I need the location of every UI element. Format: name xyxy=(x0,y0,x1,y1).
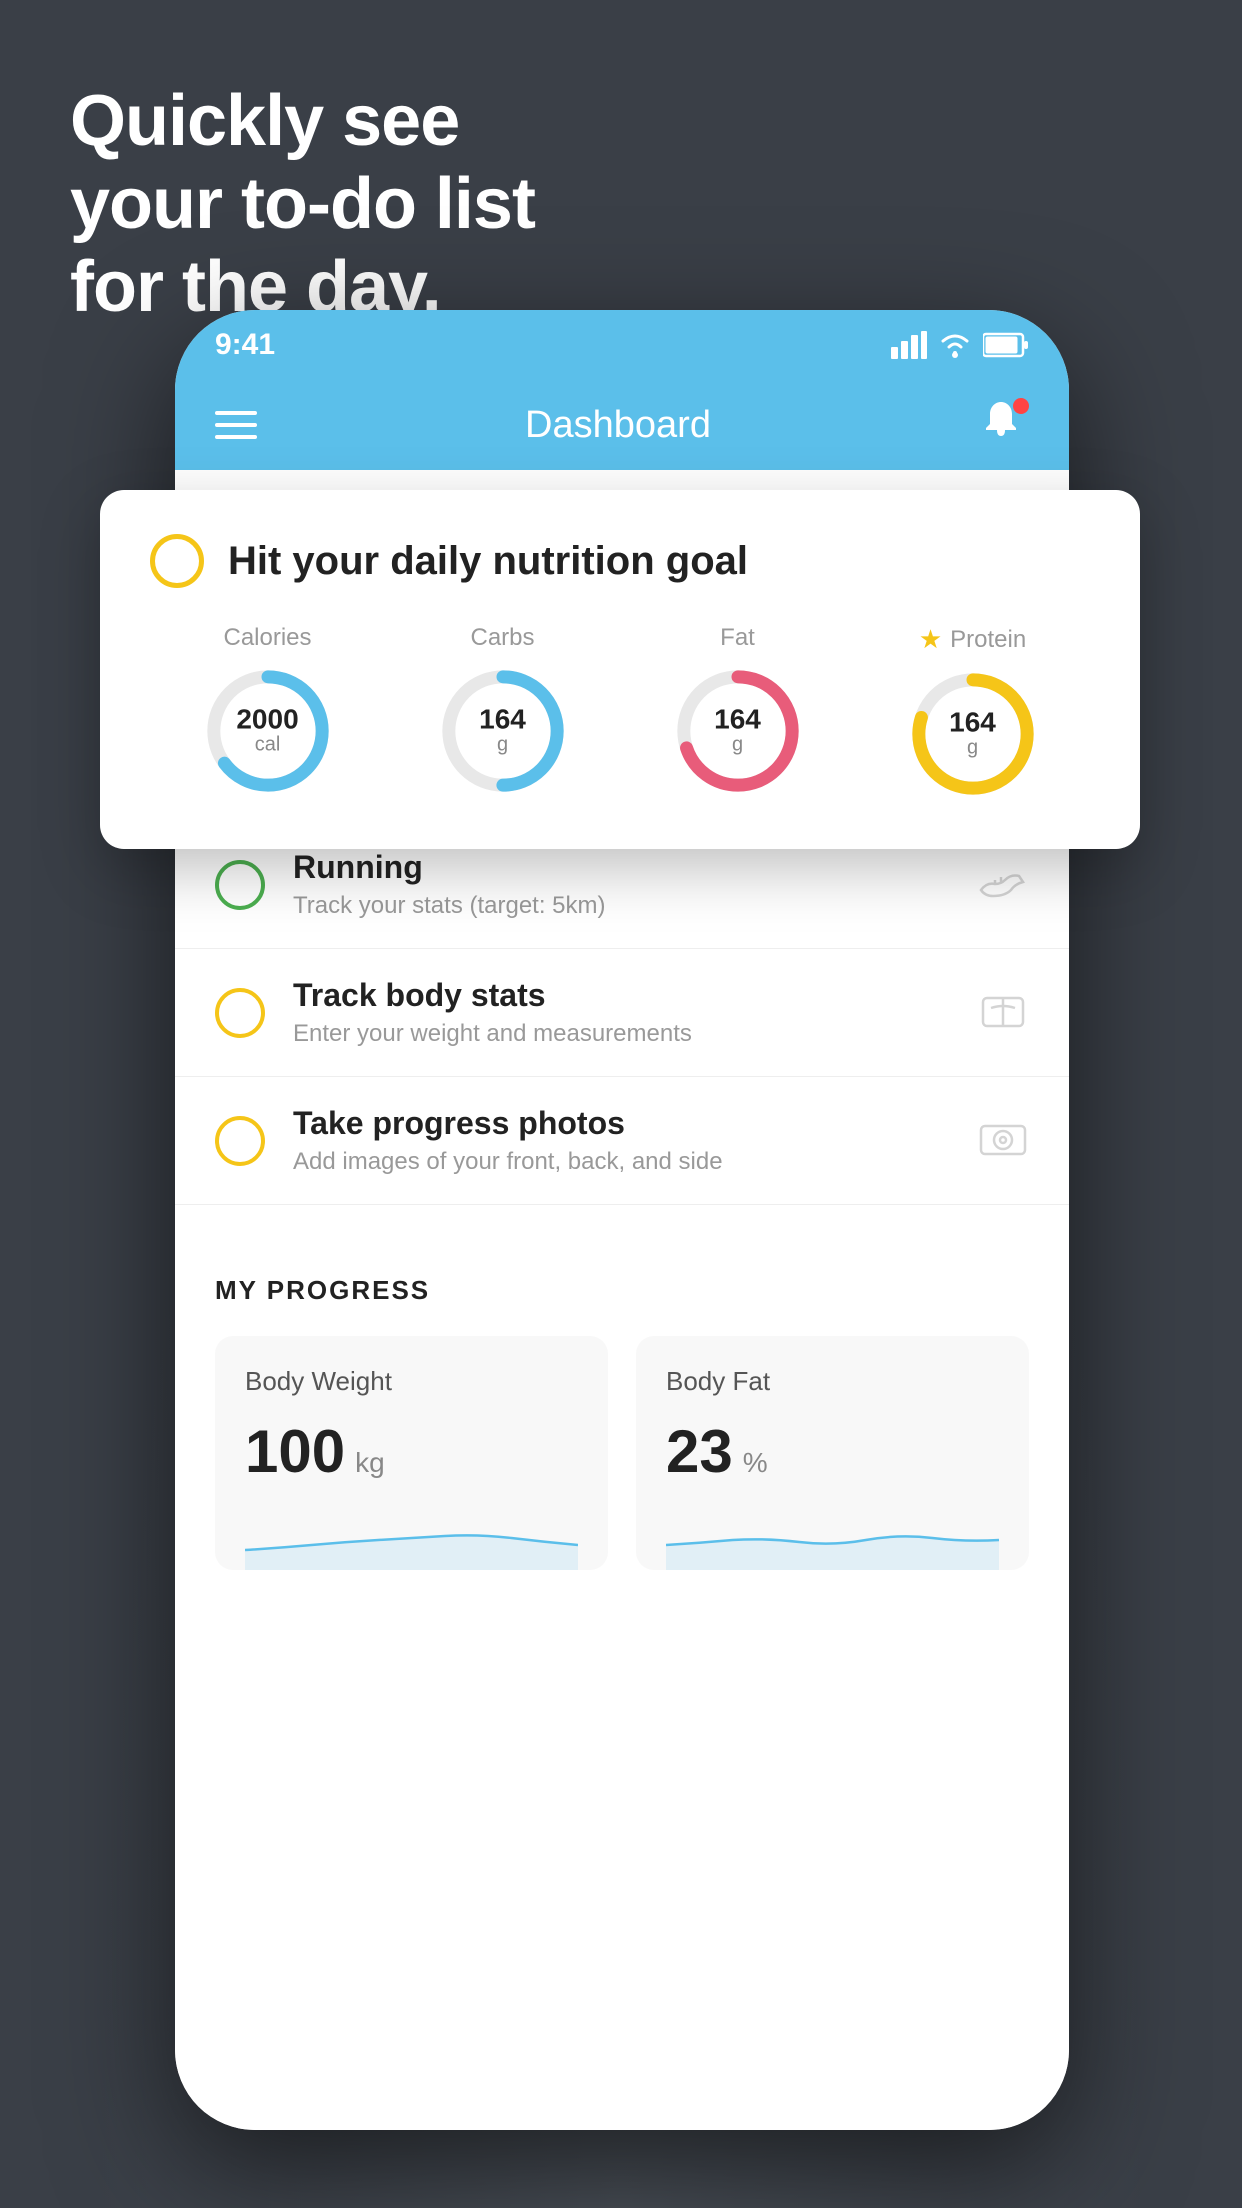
carbs-donut: 164 g xyxy=(438,666,568,796)
body-weight-value-row: 100 kg xyxy=(245,1417,578,1486)
nutrition-protein: ★ Protein 164 g xyxy=(908,624,1038,799)
nutrition-card-title: Hit your daily nutrition goal xyxy=(228,539,748,584)
nutrition-calories: Calories 2000 cal xyxy=(203,624,333,796)
nutrition-carbs: Carbs 164 g xyxy=(438,624,568,796)
body-weight-chart xyxy=(245,1510,578,1570)
nav-bar: Dashboard xyxy=(175,380,1069,470)
todo-circle-body-stats xyxy=(215,988,265,1038)
protein-label: ★ Protein xyxy=(919,624,1026,655)
fat-label: Fat xyxy=(720,624,755,652)
todo-circle-progress-photos xyxy=(215,1116,265,1166)
todo-subtitle-body-stats: Enter your weight and measurements xyxy=(293,1020,977,1048)
star-icon: ★ xyxy=(919,624,942,655)
hamburger-line2 xyxy=(215,423,257,427)
shoe-icon xyxy=(977,862,1029,907)
hamburger-line3 xyxy=(215,435,257,439)
nutrition-circle-indicator xyxy=(150,534,204,588)
nutrition-fat: Fat 164 g xyxy=(673,624,803,796)
battery-icon xyxy=(983,332,1029,358)
body-weight-card[interactable]: Body Weight 100 kg xyxy=(215,1336,608,1570)
nav-title: Dashboard xyxy=(525,404,711,447)
nutrition-row: Calories 2000 cal Carbs xyxy=(150,624,1090,799)
body-weight-unit: kg xyxy=(355,1447,385,1479)
body-fat-card[interactable]: Body Fat 23 % xyxy=(636,1336,1029,1570)
body-fat-value-row: 23 % xyxy=(666,1417,999,1486)
progress-cards: Body Weight 100 kg Body Fat xyxy=(215,1336,1029,1570)
todo-text-body-stats: Track body stats Enter your weight and m… xyxy=(293,977,977,1048)
hamburger-menu[interactable] xyxy=(215,411,257,439)
todo-subtitle-running: Track your stats (target: 5km) xyxy=(293,892,977,920)
todo-list: Running Track your stats (target: 5km) T… xyxy=(175,801,1069,1225)
progress-section-title: MY PROGRESS xyxy=(215,1275,1029,1306)
todo-item-body-stats[interactable]: Track body stats Enter your weight and m… xyxy=(175,949,1069,1077)
todo-text-running: Running Track your stats (target: 5km) xyxy=(293,849,977,920)
body-weight-title: Body Weight xyxy=(245,1366,578,1397)
todo-circle-running xyxy=(215,860,265,910)
bell-button[interactable] xyxy=(979,398,1029,452)
fat-donut: 164 g xyxy=(673,666,803,796)
scale-icon xyxy=(977,990,1029,1035)
headline: Quickly see your to-do list for the day. xyxy=(70,80,535,328)
body-fat-number: 23 xyxy=(666,1417,733,1486)
calories-value: 2000 cal xyxy=(236,706,298,757)
progress-section: MY PROGRESS Body Weight 100 kg xyxy=(175,1225,1069,1600)
body-fat-chart xyxy=(666,1510,999,1570)
todo-item-progress-photos[interactable]: Take progress photos Add images of your … xyxy=(175,1077,1069,1205)
hamburger-line1 xyxy=(215,411,257,415)
carbs-value: 164 g xyxy=(479,706,526,757)
todo-title-running: Running xyxy=(293,849,977,886)
signal-icon xyxy=(891,331,927,359)
headline-line2: your to-do list xyxy=(70,163,535,246)
calories-label: Calories xyxy=(223,624,311,652)
todo-text-progress-photos: Take progress photos Add images of your … xyxy=(293,1105,977,1176)
status-bar: 9:41 xyxy=(175,310,1069,380)
todo-subtitle-progress-photos: Add images of your front, back, and side xyxy=(293,1148,977,1176)
calories-donut: 2000 cal xyxy=(203,666,333,796)
wifi-icon xyxy=(937,331,973,359)
todo-title-body-stats: Track body stats xyxy=(293,977,977,1014)
fat-value: 164 g xyxy=(714,706,761,757)
body-fat-unit: % xyxy=(743,1447,768,1479)
status-time: 9:41 xyxy=(215,328,275,362)
protein-value: 164 g xyxy=(949,709,996,760)
bell-notification-dot xyxy=(1013,398,1029,414)
protein-donut: 164 g xyxy=(908,669,1038,799)
headline-line1: Quickly see xyxy=(70,80,535,163)
body-weight-number: 100 xyxy=(245,1417,345,1486)
card-title-row: Hit your daily nutrition goal xyxy=(150,534,1090,588)
status-icons xyxy=(891,331,1029,359)
nutrition-card: Hit your daily nutrition goal Calories 2… xyxy=(100,490,1140,849)
body-fat-title: Body Fat xyxy=(666,1366,999,1397)
todo-title-progress-photos: Take progress photos xyxy=(293,1105,977,1142)
carbs-label: Carbs xyxy=(470,624,534,652)
photo-icon xyxy=(977,1118,1029,1163)
